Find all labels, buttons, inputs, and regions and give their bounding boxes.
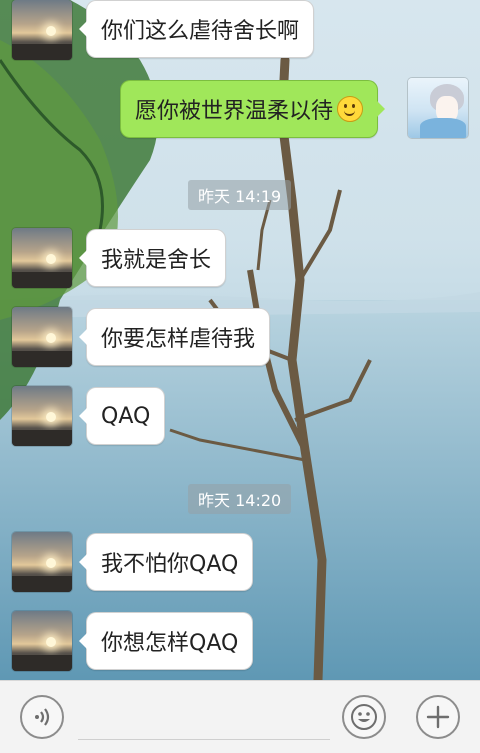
outgoing-message-text: 愿你被世界温柔以待 — [135, 99, 334, 124]
outgoing-message-bubble[interactable]: 愿你被世界温柔以待 — [120, 80, 386, 138]
incoming-message-bubble[interactable]: 我不怕你QAQ — [78, 533, 254, 591]
emoji-button[interactable] — [342, 695, 386, 739]
more-options-button[interactable] — [416, 695, 460, 739]
emoji-icon — [351, 704, 377, 730]
voice-icon — [35, 708, 50, 726]
my-avatar[interactable] — [408, 78, 468, 138]
smiley-emoji-icon — [337, 96, 364, 122]
incoming-message-bubble[interactable]: 你们这么虐待舍长啊 — [78, 0, 315, 58]
contact-avatar[interactable] — [12, 0, 72, 60]
contact-avatar[interactable] — [12, 611, 72, 671]
incoming-message-bubble[interactable]: 我就是舍长 — [78, 229, 227, 287]
message-timestamp: 昨天 14:19 — [188, 180, 292, 210]
contact-avatar[interactable] — [12, 228, 72, 288]
incoming-message-bubble[interactable]: QAQ — [78, 387, 166, 445]
contact-avatar[interactable] — [12, 532, 72, 592]
message-timestamp: 昨天 14:20 — [188, 484, 292, 514]
voice-input-button[interactable] — [20, 695, 64, 739]
chat-input-bar — [0, 680, 480, 753]
message-text-input[interactable] — [78, 695, 330, 740]
chat-message-list[interactable]: 你们这么虐待舍长啊 愿你被世界温柔以待 昨天 14:19 我就是舍长 你要怎样虐… — [0, 0, 480, 680]
contact-avatar[interactable] — [12, 307, 72, 367]
contact-avatar[interactable] — [12, 386, 72, 446]
incoming-message-bubble[interactable]: 你想怎样QAQ — [78, 612, 254, 670]
incoming-message-bubble[interactable]: 你要怎样虐待我 — [78, 308, 271, 366]
plus-icon — [426, 705, 450, 729]
